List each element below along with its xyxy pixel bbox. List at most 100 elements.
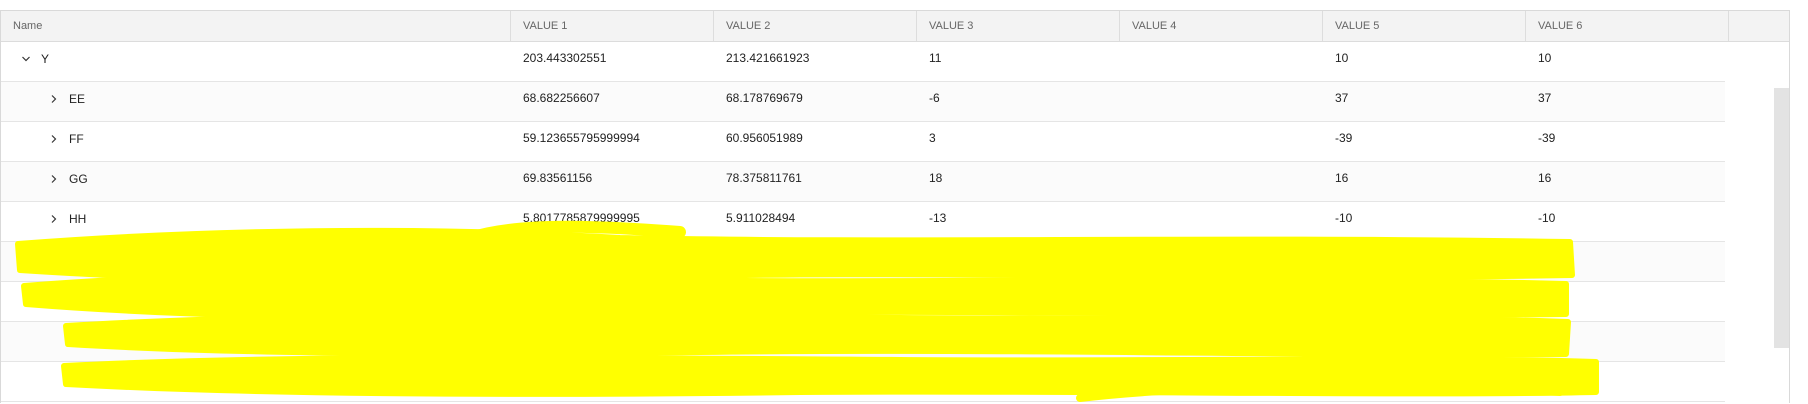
table-row[interactable]: FF 59.123655795999994 60.956051989 3 -39 -39 <box>1 122 1725 162</box>
cell-value-6: 6 <box>1538 291 1545 305</box>
row-label: (Blanks) <box>125 331 170 346</box>
cell-value-5: 6 <box>1335 291 1342 305</box>
row-name-cell: HH <box>1 202 511 241</box>
table-row[interactable]: HH 5.8017785879999995 5.911028494 -13 -10 -10 <box>1 202 1725 242</box>
scrollbar-thumb[interactable] <box>1774 88 1789 348</box>
cell-value-5: 6 <box>1335 371 1342 385</box>
column-header-value-6[interactable]: VALUE 6 <box>1526 11 1729 41</box>
cell-value-3: 3 <box>929 131 936 145</box>
row-label: EE <box>69 91 86 106</box>
cell-value-1: 0 <box>523 291 530 305</box>
cell-value-4 <box>1120 362 1323 401</box>
cell-value-4 <box>1120 42 1323 81</box>
cell-value-6: -39 <box>1538 131 1556 145</box>
cell-value-6: 6 <box>1538 251 1545 265</box>
row-label: FF <box>69 131 84 146</box>
row-label: HH <box>69 211 87 226</box>
cell-value-3: 11 <box>929 51 942 65</box>
cell-value-2: 0 <box>726 371 733 385</box>
cell-value-5: 6 <box>1335 251 1342 265</box>
row-name-cell: Y <box>1 42 511 81</box>
vertical-scrollbar[interactable] <box>1771 42 1789 404</box>
cell-value-4 <box>1120 162 1323 201</box>
cell-value-1: 59.123655795999994 <box>523 131 640 145</box>
cell-value-5: -39 <box>1335 131 1353 145</box>
cell-value-4 <box>1120 82 1323 121</box>
chevron-down-icon[interactable] <box>19 43 33 75</box>
cell-value-5: 16 <box>1335 171 1349 185</box>
cell-value-4 <box>1120 202 1323 241</box>
chevron-right-icon[interactable] <box>47 123 61 155</box>
row-name-cell: Y <box>1 282 511 321</box>
cell-value-3: 9 <box>929 291 936 305</box>
row-name-cell: (Blanks) <box>1 362 511 401</box>
cell-value-2: 68.178769679 <box>726 91 803 105</box>
chevron-down-icon[interactable] <box>103 323 117 355</box>
table-row[interactable]: (Blanks) 0 0 9 6 6 <box>1 322 1725 362</box>
cell-value-1: 0 <box>523 331 530 345</box>
cell-value-3: 9 <box>929 371 936 385</box>
chevron-down-icon[interactable] <box>75 283 89 315</box>
cell-value-3: -13 <box>929 211 947 225</box>
row-label: (Blanks) <box>153 371 198 386</box>
cell-value-6: 37 <box>1538 91 1552 105</box>
cell-value-2: 78.375811761 <box>726 171 802 185</box>
row-name-cell: Y <box>1 242 511 281</box>
table-row[interactable]: GG 69.83561156 78.375811761 18 16 16 <box>1 162 1725 202</box>
cell-value-4 <box>1120 242 1323 281</box>
cell-value-6: 10 <box>1538 51 1552 65</box>
cell-value-4 <box>1120 322 1323 361</box>
column-header-value-2[interactable]: VALUE 2 <box>714 11 917 41</box>
cell-value-1: 68.682256607 <box>523 91 600 105</box>
row-name-cell: EE <box>1 82 511 121</box>
table-row[interactable]: Y 0 0 9 6 6 <box>1 242 1725 282</box>
chevron-down-icon[interactable] <box>131 363 145 395</box>
cell-value-5: -10 <box>1335 211 1353 225</box>
row-name-cell: FF <box>1 122 511 161</box>
cell-value-2: 0 <box>726 251 733 265</box>
cell-value-6: 6 <box>1538 331 1545 345</box>
cell-value-5: 10 <box>1335 51 1349 65</box>
chevron-right-icon[interactable] <box>47 203 61 235</box>
column-header-value-1[interactable]: VALUE 1 <box>511 11 714 41</box>
table-row[interactable]: (Blanks) 0 0 9 6 6 <box>1 362 1725 402</box>
cell-value-1: 5.8017785879999995 <box>523 211 640 225</box>
row-label: Y <box>97 291 106 306</box>
cell-value-3: 9 <box>929 251 936 265</box>
cell-value-2: 0 <box>726 291 733 305</box>
cell-value-2: 0 <box>726 331 733 345</box>
row-label: Y <box>69 251 78 266</box>
cell-value-3: -6 <box>929 91 940 105</box>
cell-value-6: -10 <box>1538 211 1556 225</box>
column-header-name[interactable]: Name <box>1 11 511 41</box>
table-row[interactable]: Y 203.443302551 213.421661923 11 10 10 <box>1 42 1725 82</box>
cell-value-6: 6 <box>1538 371 1545 385</box>
column-header-value-4[interactable]: VALUE 4 <box>1120 11 1323 41</box>
matrix-table: Name VALUE 1 VALUE 2 VALUE 3 VALUE 4 VAL… <box>0 10 1790 404</box>
table-header: Name VALUE 1 VALUE 2 VALUE 3 VALUE 4 VAL… <box>1 11 1789 42</box>
cell-value-4 <box>1120 282 1323 321</box>
cell-value-2: 60.956051989 <box>726 131 803 145</box>
cell-value-1: 0 <box>523 251 530 265</box>
table-row[interactable]: EE 68.682256607 68.178769679 -6 37 37 <box>1 82 1725 122</box>
cell-value-2: 213.421661923 <box>726 51 810 65</box>
cell-value-2: 5.911028494 <box>726 211 796 225</box>
row-name-cell: GG <box>1 162 511 201</box>
cell-value-1: 69.83561156 <box>523 171 593 185</box>
cell-value-4 <box>1120 122 1323 161</box>
cell-value-5: 37 <box>1335 91 1349 105</box>
cell-value-3: 9 <box>929 331 936 345</box>
chevron-right-icon[interactable] <box>47 163 61 195</box>
chevron-right-icon[interactable] <box>47 83 61 115</box>
row-label: GG <box>69 171 88 186</box>
row-name-cell: (Blanks) <box>1 322 511 361</box>
cell-value-5: 6 <box>1335 331 1342 345</box>
cell-value-3: 18 <box>929 171 943 185</box>
row-label: Y <box>41 51 50 66</box>
chevron-down-icon[interactable] <box>47 243 61 275</box>
table-row[interactable]: Y 0 0 9 6 6 <box>1 282 1725 322</box>
column-header-value-5[interactable]: VALUE 5 <box>1323 11 1526 41</box>
cell-value-1: 0 <box>523 371 530 385</box>
cell-value-6: 16 <box>1538 171 1552 185</box>
column-header-value-3[interactable]: VALUE 3 <box>917 11 1120 41</box>
